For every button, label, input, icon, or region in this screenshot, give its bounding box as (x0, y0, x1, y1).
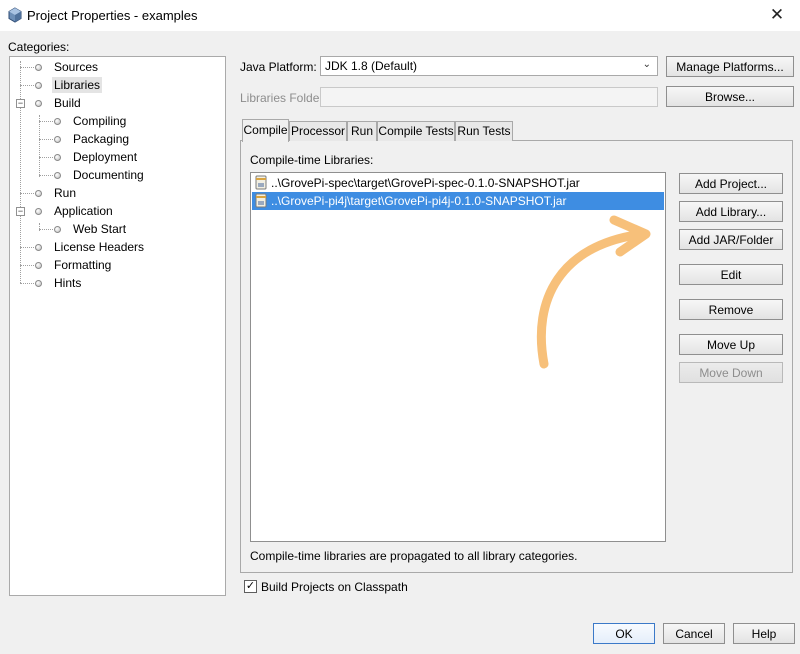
libraries-folder-field (320, 87, 658, 107)
categories-tree[interactable]: Sources Libraries − Build Compiling Pack… (9, 56, 226, 596)
libraries-folder-label: Libraries Folder: (240, 91, 327, 105)
tree-node-icon (35, 100, 42, 107)
help-button[interactable]: Help (733, 623, 795, 644)
tree-item-compiling[interactable]: Compiling (71, 113, 128, 129)
tree-item-libraries[interactable]: Libraries (52, 77, 103, 93)
tab-run-tests[interactable]: Run Tests (455, 121, 513, 141)
close-icon[interactable]: ✕ (765, 4, 789, 26)
netbeans-cube-icon (8, 7, 22, 23)
tree-node-icon (54, 136, 61, 143)
manage-platforms-button[interactable]: Manage Platforms... (666, 56, 794, 77)
categories-label: Categories: (8, 40, 70, 54)
tab-processor[interactable]: Processor (289, 121, 347, 141)
java-platform-label: Java Platform: (240, 60, 317, 74)
tree-node-icon (54, 118, 61, 125)
edit-button[interactable]: Edit (679, 264, 783, 285)
tree-connector (39, 115, 40, 177)
tree-connector (20, 193, 34, 194)
ok-button[interactable]: OK (593, 623, 655, 644)
build-projects-checkbox[interactable]: ✓ (244, 580, 257, 593)
library-path: ..\GrovePi-spec\target\GrovePi-spec-0.1.… (271, 176, 580, 190)
tree-connector (39, 139, 53, 140)
browse-button[interactable]: Browse... (666, 86, 794, 107)
window-title: Project Properties - examples (27, 8, 198, 23)
tree-item-license-headers[interactable]: License Headers (52, 239, 146, 255)
tab-run[interactable]: Run (347, 121, 377, 141)
collapse-toggle-icon[interactable]: − (16, 99, 25, 108)
add-project-button[interactable]: Add Project... (679, 173, 783, 194)
cancel-button[interactable]: Cancel (663, 623, 725, 644)
tree-node-icon (35, 244, 42, 251)
tree-node-icon (35, 280, 42, 287)
tree-node-icon (54, 226, 61, 233)
move-down-button: Move Down (679, 362, 783, 383)
tree-node-icon (35, 64, 42, 71)
remove-button[interactable]: Remove (679, 299, 783, 320)
tree-connector (39, 229, 53, 230)
tree-connector (39, 121, 53, 122)
tree-item-sources[interactable]: Sources (52, 59, 100, 75)
tab-compile[interactable]: Compile (242, 119, 289, 142)
tree-item-application[interactable]: Application (52, 203, 115, 219)
title-bar: Project Properties - examples ✕ (0, 0, 800, 31)
add-library-button[interactable]: Add Library... (679, 201, 783, 222)
collapse-toggle-icon[interactable]: − (16, 207, 25, 216)
tree-connector (20, 247, 34, 248)
tree-item-web-start[interactable]: Web Start (71, 221, 128, 237)
tree-item-hints[interactable]: Hints (52, 275, 83, 291)
tree-item-deployment[interactable]: Deployment (71, 149, 139, 165)
tree-connector (39, 157, 53, 158)
jar-file-icon (255, 175, 267, 190)
tree-node-icon (35, 262, 42, 269)
java-platform-value: JDK 1.8 (Default) (325, 59, 418, 73)
java-platform-select[interactable]: JDK 1.8 (Default) ⌄ (320, 56, 658, 76)
curved-arrow-annotation (536, 215, 651, 369)
tree-node-icon (35, 82, 42, 89)
move-up-button[interactable]: Move Up (679, 334, 783, 355)
jar-file-icon (255, 193, 267, 208)
compile-libraries-label: Compile-time Libraries: (250, 153, 374, 167)
tree-connector (20, 265, 34, 266)
tree-node-icon (35, 190, 42, 197)
build-projects-label: Build Projects on Classpath (261, 580, 408, 594)
tree-item-build[interactable]: Build (52, 95, 83, 111)
tree-item-packaging[interactable]: Packaging (71, 131, 131, 147)
tree-connector (39, 175, 53, 176)
propagation-note: Compile-time libraries are propagated to… (250, 549, 578, 563)
tree-connector (20, 67, 34, 68)
chevron-down-icon: ⌄ (642, 59, 651, 70)
tree-item-documenting[interactable]: Documenting (71, 167, 146, 183)
list-item[interactable]: ..\GrovePi-spec\target\GrovePi-spec-0.1.… (252, 174, 664, 192)
tree-node-icon (54, 172, 61, 179)
add-jar-folder-button[interactable]: Add JAR/Folder (679, 229, 783, 250)
tree-connector (20, 61, 21, 283)
tree-item-run[interactable]: Run (52, 185, 78, 201)
tree-item-formatting[interactable]: Formatting (52, 257, 113, 273)
list-item[interactable]: ..\GrovePi-pi4j\target\GrovePi-pi4j-0.1.… (252, 192, 664, 210)
tree-connector (20, 85, 34, 86)
tree-node-icon (35, 208, 42, 215)
tree-node-icon (54, 154, 61, 161)
tab-compile-tests[interactable]: Compile Tests (377, 121, 455, 141)
tree-connector (20, 283, 34, 284)
library-path: ..\GrovePi-pi4j\target\GrovePi-pi4j-0.1.… (271, 194, 567, 208)
